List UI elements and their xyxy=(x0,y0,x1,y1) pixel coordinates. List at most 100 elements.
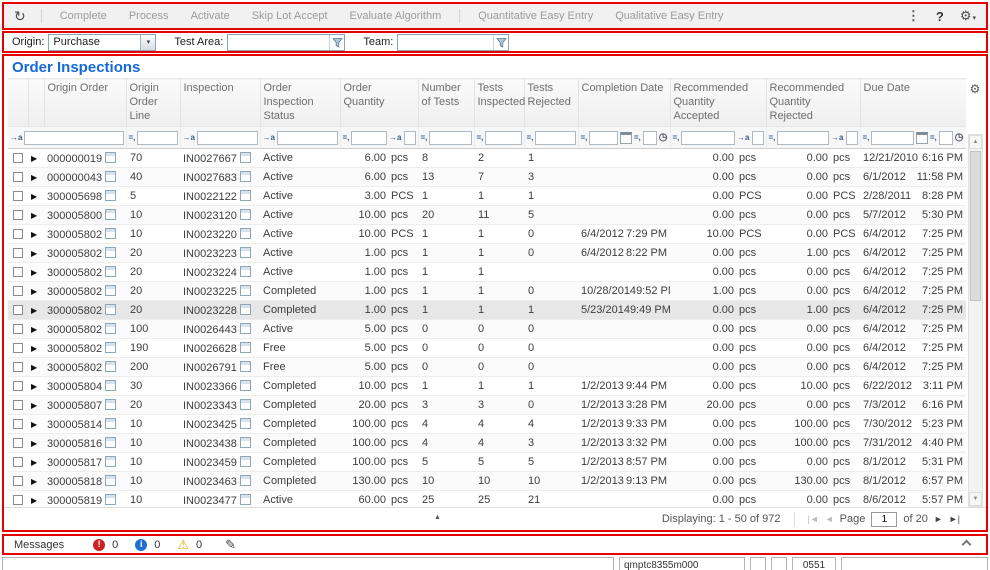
filter-operator-icon[interactable]: =, xyxy=(581,133,588,142)
reference-icon[interactable] xyxy=(105,266,116,277)
overflow-menu-icon[interactable]: ⋮ xyxy=(907,8,920,24)
filter-operator-icon[interactable]: =, xyxy=(343,133,350,142)
expand-row-icon[interactable]: ▶ xyxy=(31,439,37,448)
reference-icon[interactable] xyxy=(105,437,116,448)
toolbar-button-process[interactable]: Process xyxy=(118,10,180,22)
reference-icon[interactable] xyxy=(105,228,116,239)
table-row[interactable]: ▶30000580210IN0023220Active10.00PCS1106/… xyxy=(8,225,966,244)
column-header-order_qty[interactable]: Order Quantity xyxy=(340,79,418,127)
reference-icon[interactable] xyxy=(105,247,116,258)
reference-icon[interactable] xyxy=(105,361,116,372)
calendar-picker-icon[interactable] xyxy=(620,132,632,144)
reference-icon[interactable] xyxy=(240,171,251,182)
settings-menu[interactable]: ⚙▾ xyxy=(960,8,976,24)
reference-icon[interactable] xyxy=(240,247,251,258)
reference-icon[interactable] xyxy=(240,285,251,296)
toolbar-button-evaluate-algorithm[interactable]: Evaluate Algorithm xyxy=(339,10,453,22)
filter-unit-input-rec_qty_rejected[interactable] xyxy=(846,131,858,145)
expand-row-icon[interactable]: ▶ xyxy=(31,173,37,182)
reference-icon[interactable] xyxy=(240,418,251,429)
column-header-tests_inspected[interactable]: Tests Inspected xyxy=(474,79,524,127)
reference-icon[interactable] xyxy=(240,399,251,410)
filter-operator-icon[interactable]: =, xyxy=(129,133,136,142)
next-page-icon[interactable]: ► xyxy=(934,514,943,524)
page-input[interactable] xyxy=(871,512,897,527)
row-checkbox[interactable] xyxy=(13,305,23,315)
table-row[interactable]: ▶300005802190IN0026628Free5.00pcs0000.00… xyxy=(8,339,966,358)
filter-operator-icon[interactable]: =, xyxy=(527,133,534,142)
filter-operator-icon[interactable]: →a xyxy=(831,133,843,142)
expand-row-icon[interactable]: ▶ xyxy=(31,344,37,353)
reference-icon[interactable] xyxy=(240,304,251,315)
column-header-rec_qty_rejected[interactable]: Recommended Quantity Rejected xyxy=(766,79,860,127)
column-header-completion_date[interactable]: Completion Date xyxy=(578,79,670,127)
previous-page-icon[interactable]: ◄ xyxy=(825,514,834,524)
row-checkbox[interactable] xyxy=(13,172,23,182)
filter-input-order_qty[interactable] xyxy=(351,131,387,145)
row-checkbox[interactable] xyxy=(13,476,23,486)
row-checkbox[interactable] xyxy=(13,343,23,353)
table-row[interactable]: ▶30000580720IN0023343Completed20.00pcs33… xyxy=(8,396,966,415)
row-checkbox[interactable] xyxy=(13,210,23,220)
collapse-messages-icon[interactable] xyxy=(962,540,972,550)
column-header-inspection[interactable]: Inspection xyxy=(180,79,260,127)
column-header-status[interactable]: Order Inspection Status xyxy=(260,79,340,127)
reference-icon[interactable] xyxy=(240,361,251,372)
last-page-icon[interactable]: ►| xyxy=(949,514,960,524)
expand-row-icon[interactable]: ▶ xyxy=(31,420,37,429)
filter-operator-icon[interactable]: →a xyxy=(263,133,275,142)
toolbar-button-quantitative-easy-entry[interactable]: Quantitative Easy Entry xyxy=(467,10,604,22)
table-row[interactable]: ▶00000004340IN0027683Active6.00pcs13730.… xyxy=(8,168,966,187)
table-row[interactable]: ▶30000580220IN0023223Active1.00pcs1106/4… xyxy=(8,244,966,263)
splitter-handle-icon[interactable]: ▲ xyxy=(434,514,441,521)
filter-input-tests_rejected[interactable] xyxy=(535,131,575,145)
filter-operator-icon[interactable]: →a xyxy=(183,133,195,142)
row-checkbox[interactable] xyxy=(13,286,23,296)
filter-lookup-icon[interactable] xyxy=(329,35,344,50)
filter-input-tests_inspected[interactable] xyxy=(485,131,521,145)
reference-icon[interactable] xyxy=(105,399,116,410)
expand-row-icon[interactable]: ▶ xyxy=(31,268,37,277)
reference-icon[interactable] xyxy=(105,152,116,163)
reference-icon[interactable] xyxy=(105,323,116,334)
expand-row-icon[interactable]: ▶ xyxy=(31,211,37,220)
table-row[interactable]: ▶30000581810IN0023463Completed130.00pcs1… xyxy=(8,472,966,491)
expand-row-icon[interactable]: ▶ xyxy=(31,382,37,391)
expand-row-icon[interactable]: ▶ xyxy=(31,496,37,505)
error-icon[interactable]: ! xyxy=(93,539,105,551)
expand-row-icon[interactable]: ▶ xyxy=(31,477,37,486)
filter-unit-input-rec_qty_accepted[interactable] xyxy=(752,131,764,145)
expand-row-icon[interactable]: ▶ xyxy=(31,154,37,163)
column-header-rec_qty_accepted[interactable]: Recommended Quantity Accepted xyxy=(670,79,766,127)
filter-date-input-completion_date[interactable] xyxy=(589,131,617,145)
expand-row-icon[interactable]: ▶ xyxy=(31,325,37,334)
time-picker-icon[interactable]: ◷ xyxy=(955,133,964,143)
expand-row-icon[interactable]: ▶ xyxy=(31,230,37,239)
scrollbar-thumb[interactable] xyxy=(970,151,981,301)
help-button[interactable]: ? xyxy=(936,9,944,24)
filter-operator-icon[interactable]: →a xyxy=(389,133,401,142)
reference-icon[interactable] xyxy=(105,171,116,182)
table-row[interactable]: ▶3000056985IN0022122Active3.00PCS1110.00… xyxy=(8,187,966,206)
row-checkbox[interactable] xyxy=(13,400,23,410)
column-header-num_tests[interactable]: Number of Tests xyxy=(418,79,474,127)
table-row[interactable]: ▶30000580220IN0023224Active1.00pcs110.00… xyxy=(8,263,966,282)
chevron-down-icon[interactable]: ▾ xyxy=(140,35,155,50)
column-header-line[interactable]: Origin Order Line xyxy=(126,79,180,127)
row-checkbox[interactable] xyxy=(13,267,23,277)
filter-operator-icon[interactable]: =, xyxy=(863,133,870,142)
row-checkbox[interactable] xyxy=(13,191,23,201)
column-header-due_date[interactable]: Due Date xyxy=(860,79,966,127)
row-checkbox[interactable] xyxy=(13,381,23,391)
reference-icon[interactable] xyxy=(240,152,251,163)
info-icon[interactable]: i xyxy=(135,539,147,551)
filter-input-line[interactable] xyxy=(137,131,177,145)
expand-row-icon[interactable]: ▶ xyxy=(31,306,37,315)
table-row[interactable]: ▶30000580220IN0023228Completed1.00pcs111… xyxy=(8,301,966,320)
reference-icon[interactable] xyxy=(105,418,116,429)
origin-select[interactable]: Purchase ▾ xyxy=(48,34,156,51)
table-row[interactable]: ▶300005802200IN0026791Free5.00pcs0000.00… xyxy=(8,358,966,377)
filter-operator-icon[interactable]: =, xyxy=(769,133,776,142)
filter-input-num_tests[interactable] xyxy=(429,131,471,145)
scroll-up-icon[interactable]: ▲ xyxy=(969,135,982,149)
